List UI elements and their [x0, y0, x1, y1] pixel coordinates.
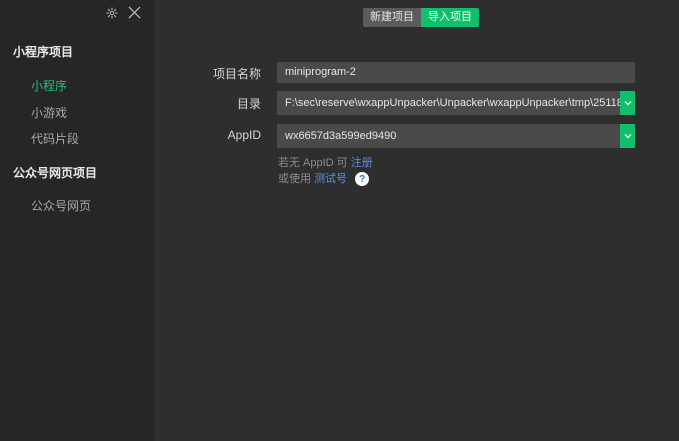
window-controls — [106, 6, 141, 19]
project-mode-tabs: 新建项目 导入项目 — [363, 8, 479, 27]
main-panel: 新建项目 导入项目 项目名称 miniprogram-2 目录 F:\sec\r… — [154, 0, 679, 441]
directory-select[interactable]: F:\sec\reserve\wxappUnpacker\Unpacker\wx… — [277, 91, 635, 115]
project-name-label: 项目名称 — [212, 67, 261, 81]
sidebar-item-official-account-web[interactable]: 公众号网页 — [31, 197, 91, 214]
close-icon[interactable] — [128, 6, 141, 19]
sidebar-item-code-snippet[interactable]: 代码片段 — [31, 130, 79, 147]
sidebar: 小程序项目 小程序 小游戏 代码片段 公众号网页项目 公众号网页 — [0, 0, 154, 441]
tab-import-project[interactable]: 导入项目 — [421, 8, 479, 27]
chevron-down-icon[interactable] — [620, 91, 635, 115]
project-name-input[interactable]: miniprogram-2 — [277, 62, 635, 83]
register-hint: 若无 AppID 可 注册 — [278, 157, 373, 169]
test-account-link[interactable]: 测试号 — [314, 173, 347, 185]
sidebar-item-miniprogram[interactable]: 小程序 — [31, 77, 67, 94]
section-title-miniprogram: 小程序项目 — [13, 45, 74, 59]
gear-icon[interactable] — [106, 6, 118, 19]
sidebar-item-minigame[interactable]: 小游戏 — [31, 104, 67, 121]
appid-select[interactable]: wx6657d3a599ed9490 — [277, 124, 635, 148]
tab-new-project[interactable]: 新建项目 — [363, 8, 421, 27]
directory-value: F:\sec\reserve\wxappUnpacker\Unpacker\wx… — [285, 97, 635, 109]
section-title-official-account: 公众号网页项目 — [13, 166, 98, 180]
test-account-hint: 或使用 测试号 ? — [278, 170, 370, 187]
appid-label: AppID — [227, 128, 261, 142]
appid-value: wx6657d3a599ed9490 — [285, 130, 397, 142]
directory-label: 目录 — [236, 97, 261, 111]
chevron-down-icon[interactable] — [620, 124, 635, 148]
help-icon[interactable]: ? — [355, 172, 370, 187]
register-link[interactable]: 注册 — [351, 157, 373, 169]
